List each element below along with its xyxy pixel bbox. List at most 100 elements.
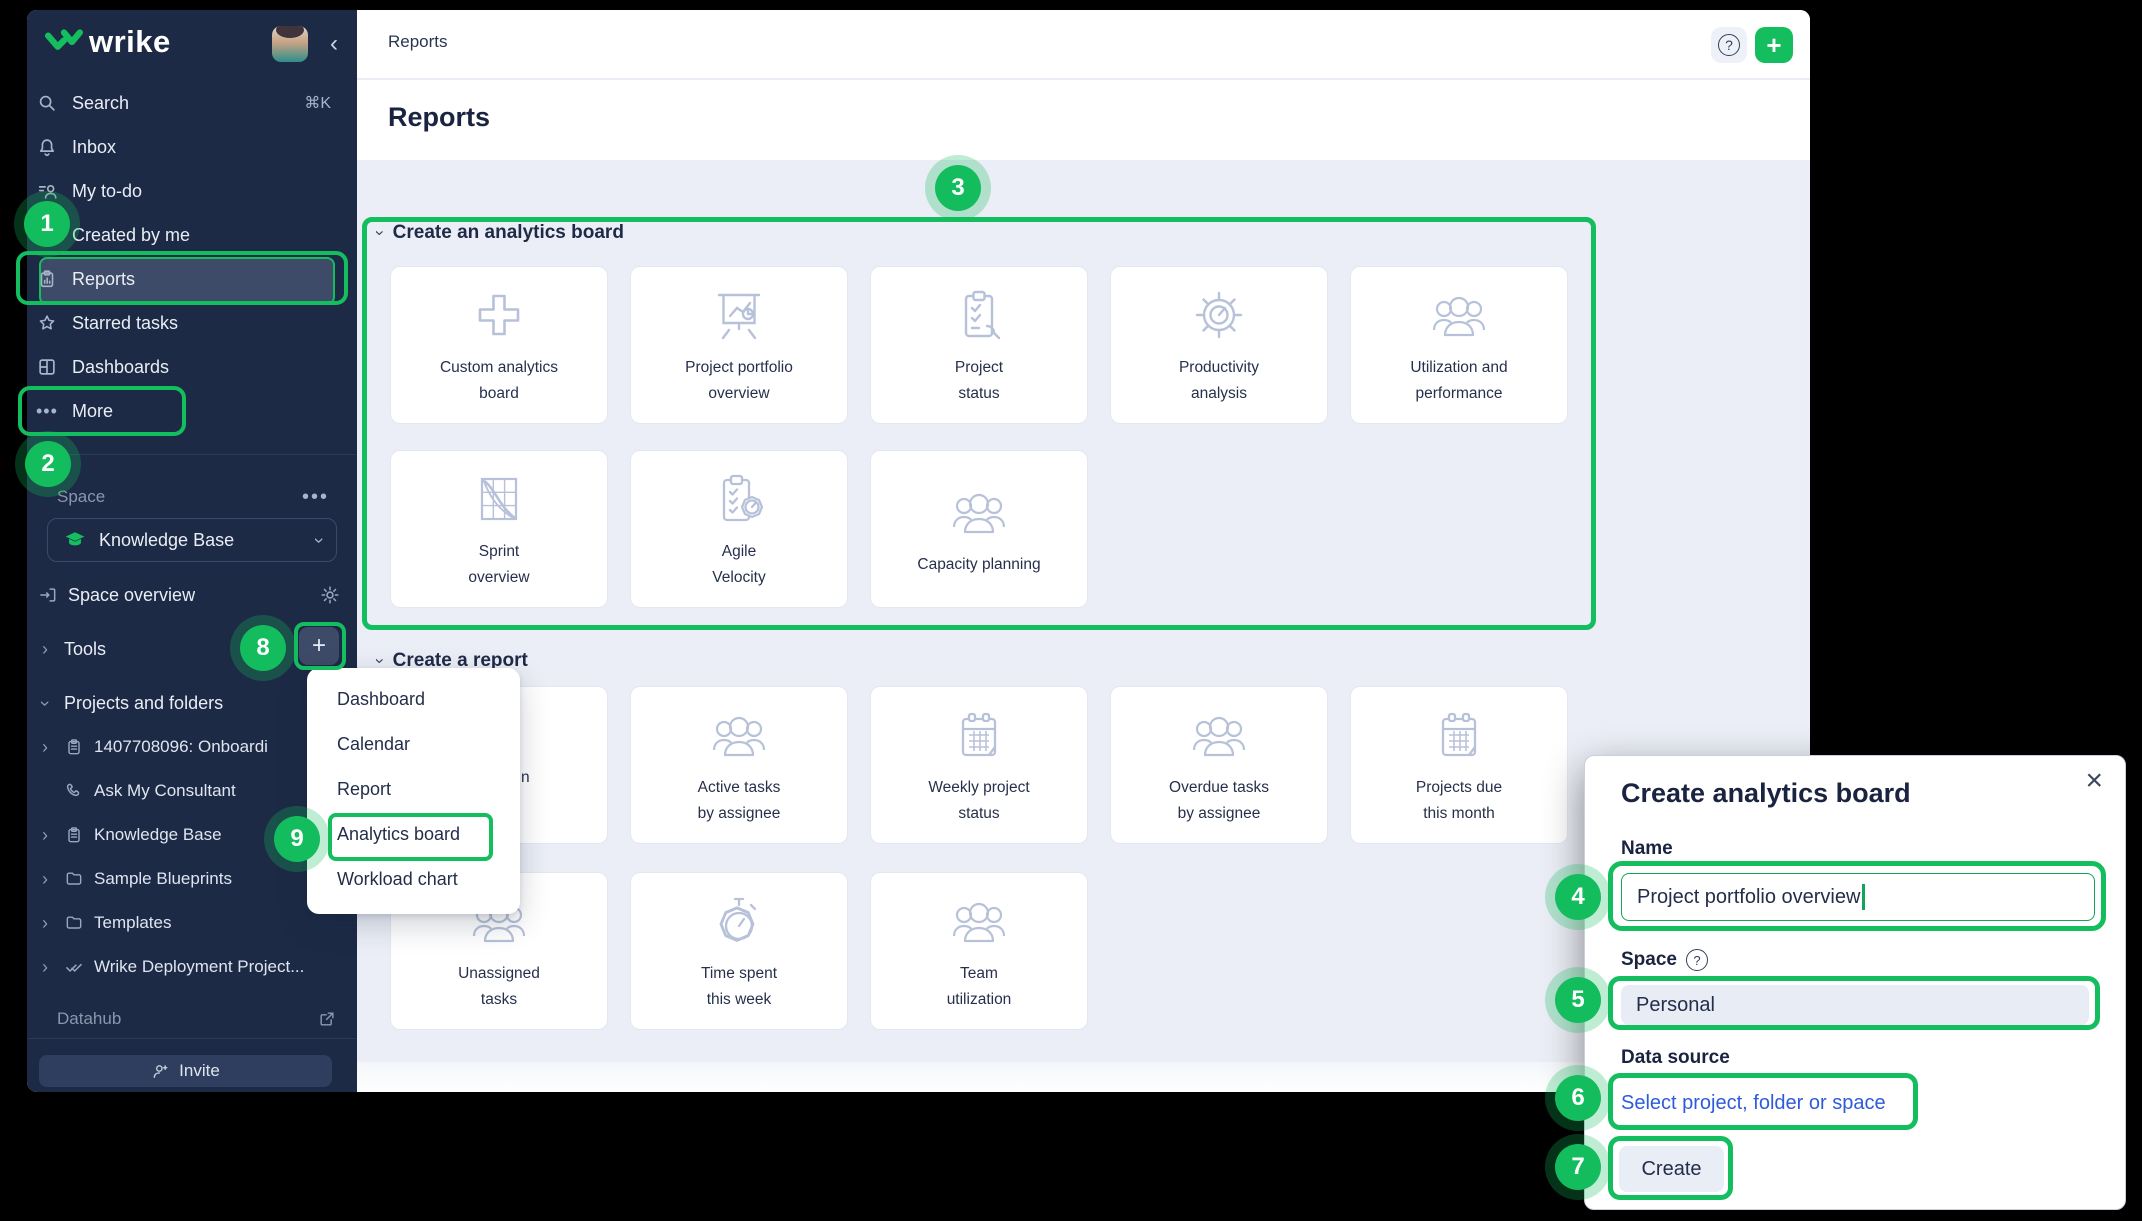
sidebar-item-dashboards[interactable]: Dashboards [27,345,357,389]
card-project-status[interactable]: Project status [870,266,1088,424]
collapse-sidebar-icon[interactable]: ‹ [330,34,338,54]
space-selector[interactable]: Knowledge Base › [47,518,337,562]
card-project-portfolio-overview[interactable]: Project portfolio overview [630,266,848,424]
folder-icon [64,913,84,933]
search-icon [36,92,58,114]
menu-item-dashboard[interactable]: Dashboard [307,677,520,722]
card-label: Active tasks [698,775,781,801]
team-icon [1187,703,1251,767]
sidebar-item-label: Dashboards [72,357,169,378]
close-icon[interactable]: × [2085,764,2103,798]
card-team-utilization[interactable]: Team utilization [870,872,1088,1030]
chevron-right-icon: › [36,957,54,978]
card-label: Weekly project [928,775,1029,801]
space-overflow-icon[interactable]: ••• [302,486,329,509]
card-label: Project portfolio [685,355,793,381]
tree-item-wrike-deployment[interactable]: › Wrike Deployment Project... [27,945,357,989]
sidebar-item-space-overview[interactable]: Space overview [27,573,357,617]
datahub-label: Datahub [57,1009,121,1029]
tree-header-label: Projects and folders [64,693,223,714]
topbar: Reports ? + [357,10,1810,79]
card-overdue-tasks-by-assignee[interactable]: Overdue tasks by assignee [1110,686,1328,844]
chevron-down-icon: › [35,694,56,712]
card-active-tasks-by-assignee[interactable]: Active tasks by assignee [630,686,848,844]
sidebar-item-search[interactable]: Search ⌘K [27,81,357,125]
sidebar-item-label: Space overview [68,585,195,606]
name-input[interactable]: Project portfolio overview [1621,873,2095,921]
sidebar-item-label: Reports [72,269,135,290]
card-agile-velocity[interactable]: Agile Velocity [630,450,848,608]
burndown-chart-icon [467,467,531,531]
clipboard-icon [64,825,84,845]
dashboard-grid-icon [36,356,58,378]
tree-item-label: Wrike Deployment Project... [94,957,304,977]
card-label: Team [960,961,998,987]
wrike-logo-icon [45,25,83,59]
invite-person-icon [151,1061,171,1081]
chevron-down-icon: › [370,230,390,236]
menu-item-workload-chart[interactable]: Workload chart [307,857,520,902]
clipboard-gauge-icon [707,467,771,531]
chevron-down-icon: › [370,658,390,664]
sidebar-item-my-todo[interactable]: My to-do [27,169,357,213]
sidebar-item-datahub[interactable]: Datahub [27,997,357,1041]
sidebar-item-inbox[interactable]: Inbox [27,125,357,169]
create-analytics-board-modal: × Create analytics board Name Project po… [1584,755,2126,1210]
tree-item-label: Templates [94,913,171,933]
sidebar-item-more[interactable]: ••• More [27,389,357,433]
external-link-icon [317,1009,337,1029]
user-avatar[interactable] [272,26,308,62]
create-new-button[interactable]: + [1755,27,1793,63]
add-item-button[interactable]: + [299,627,339,665]
card-weekly-project-status[interactable]: Weekly project status [870,686,1088,844]
sidebar-item-reports[interactable]: Reports [27,257,357,301]
step-number: 7 [1571,1153,1584,1181]
help-circle-icon[interactable]: ? [1686,949,1708,971]
ellipsis-icon: ••• [36,400,58,422]
create-button-label: Create [1641,1158,1701,1181]
card-projects-due-this-month[interactable]: Projects due this month [1350,686,1568,844]
card-label: Projects due [1416,775,1502,801]
card-time-spent-this-week[interactable]: Time spent this week [630,872,848,1030]
sidebar-item-label: Starred tasks [72,313,178,334]
invite-button[interactable]: Invite [39,1055,332,1087]
card-custom-analytics-board[interactable]: Custom analytics board [390,266,608,424]
card-label: Sprint [479,539,520,565]
space-select[interactable]: Personal [1621,985,2089,1025]
card-label: Time spent [701,961,777,987]
name-field-label: Name [1621,838,1673,860]
space-section-header: Space ••• [27,480,357,514]
card-capacity-planning[interactable]: Capacity planning [870,450,1088,608]
data-source-picker[interactable]: Select project, folder or space [1621,1083,1905,1123]
menu-item-calendar[interactable]: Calendar [307,722,520,767]
gear-icon[interactable] [319,584,341,606]
card-label: Overdue tasks [1169,775,1269,801]
sidebar-item-created-by-me[interactable]: Created by me [27,213,357,257]
phone-icon [64,781,84,801]
team-icon [707,703,771,767]
card-productivity-analysis[interactable]: Productivity analysis [1110,266,1328,424]
card-label: this month [1423,801,1495,827]
card-label-fragment: n [521,769,530,787]
help-button[interactable]: ? [1711,27,1747,63]
create-button[interactable]: Create [1619,1146,1724,1192]
section-header-analytics[interactable]: › Create an analytics board [377,222,624,244]
chevron-right-icon: › [36,913,54,934]
report-clipboard-icon [36,268,58,290]
chevron-down-icon: › [309,537,330,543]
presentation-chart-icon [707,283,771,347]
sidebar-item-label: Search [72,93,129,114]
card-sprint-overview[interactable]: Sprint overview [390,450,608,608]
graduation-cap-icon [64,529,86,551]
menu-item-report[interactable]: Report [307,767,520,812]
card-label: board [479,381,519,407]
todo-list-icon [36,180,58,202]
sidebar-item-starred-tasks[interactable]: Starred tasks [27,301,357,345]
stopwatch-icon [707,889,771,953]
card-utilization-performance[interactable]: Utilization and performance [1350,266,1568,424]
tree-item-label: Ask My Consultant [94,781,236,801]
menu-item-analytics-board[interactable]: Analytics board [307,812,520,857]
help-icon: ? [1718,34,1740,56]
name-input-value: Project portfolio overview [1637,886,1860,909]
person-icon [36,224,58,246]
